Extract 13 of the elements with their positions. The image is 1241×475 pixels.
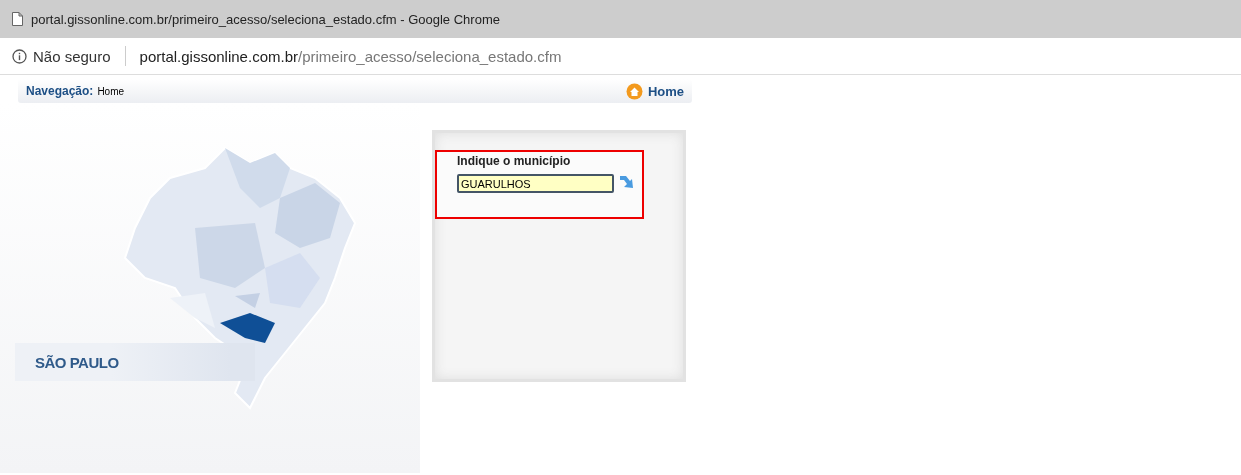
navigation-label: Navegação:	[26, 84, 94, 98]
municipality-label: Indique o município	[457, 154, 572, 168]
security-label[interactable]: Não seguro	[33, 47, 111, 65]
info-icon[interactable]	[12, 48, 27, 64]
breadcrumb-item[interactable]: Home	[97, 86, 125, 97]
url-field[interactable]: portal.gissonline.com.br/primeiro_acesso/seleciona_estado.cfm	[139, 47, 562, 65]
home-link[interactable]: Home	[647, 83, 684, 99]
municipality-field[interactable]: GUARULHOS	[457, 174, 614, 193]
window-title: portal.gissonline.com.br/primeiro_acesso/seleciona_estado.cfm - Google Chrome	[31, 11, 500, 27]
arrow-icon[interactable]	[618, 174, 636, 190]
page-icon	[12, 12, 23, 26]
home-icon[interactable]	[625, 82, 643, 100]
state-label: SÃO PAULO	[35, 353, 119, 371]
